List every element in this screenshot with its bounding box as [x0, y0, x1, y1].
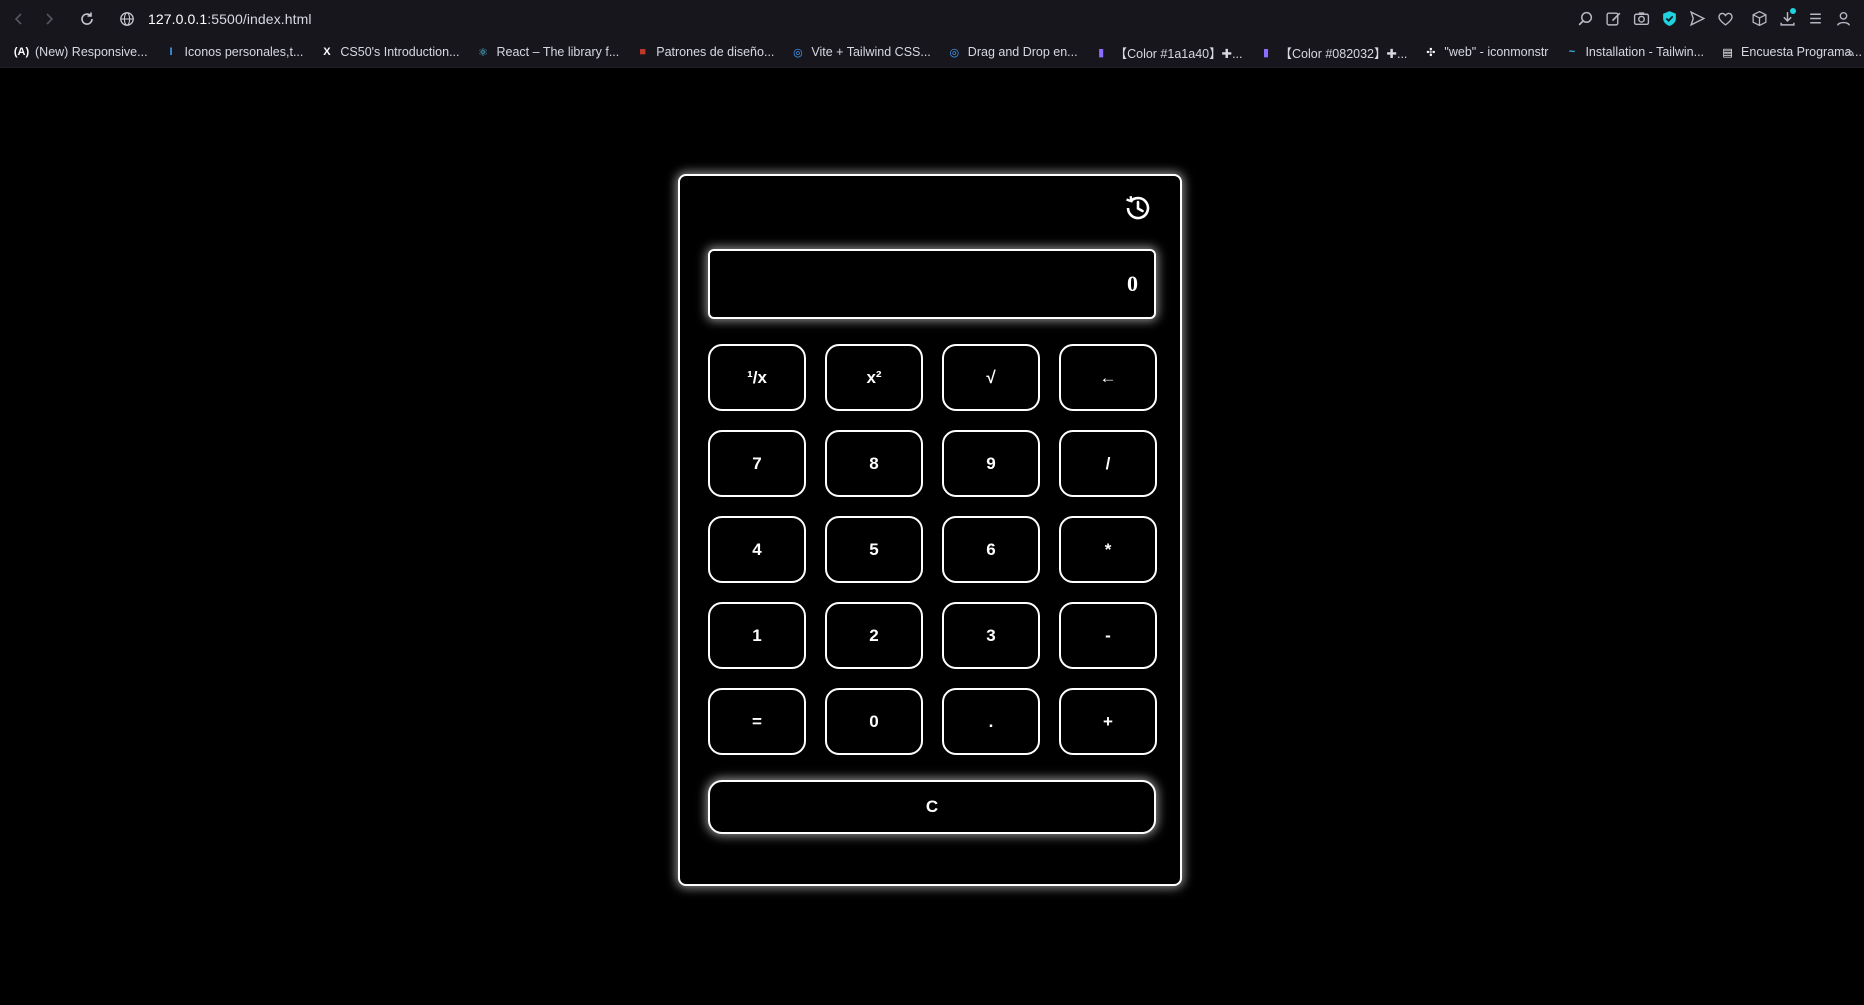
bookmark-item[interactable]: ▤ Encuesta Programa... — [1712, 45, 1864, 60]
bookmark-item[interactable]: X CS50's Introduction... — [311, 45, 467, 60]
key-8-button[interactable]: 8 — [825, 430, 923, 497]
globe-icon — [116, 8, 138, 30]
key-3-button[interactable]: 3 — [942, 602, 1040, 669]
camera-icon[interactable] — [1628, 6, 1654, 32]
key-0-button[interactable]: 0 — [825, 688, 923, 755]
bookmark-favicon-icon: ▮ — [1262, 46, 1270, 59]
menu-icon[interactable] — [1802, 6, 1828, 32]
calculator: 0 ¹/x x² √ ← 7 8 9 / 4 5 6 * 1 2 3- = 0. + C — [678, 174, 1182, 886]
bookmark-item[interactable]: ▮ 【Color #082032】✚... — [1251, 43, 1416, 62]
search-icon[interactable] — [1572, 6, 1598, 32]
key-divide-button[interactable]: / — [1059, 430, 1157, 497]
bookmark-item[interactable]: ⚛ React – The library f... — [468, 45, 628, 60]
bookmark-item[interactable]: ✣ "web" - iconmonstr — [1415, 45, 1556, 60]
bookmark-item[interactable]: I Iconos personales,t... — [156, 45, 312, 60]
bookmark-item[interactable]: (A) (New) Responsive... — [6, 45, 156, 60]
bookmarks-bar: (A) (New) Responsive... I Iconos personales… — [0, 37, 1864, 68]
bookmark-item[interactable]: ■ Patrones de diseño... — [627, 45, 782, 60]
heart-icon[interactable] — [1712, 6, 1738, 32]
key-decimal-button[interactable]: . — [942, 688, 1040, 755]
bookmarks-overflow-button[interactable]: » — [1846, 37, 1854, 67]
bookmark-favicon-icon: (A) — [13, 46, 30, 58]
bookmark-label: "web" - iconmonstr — [1444, 45, 1549, 59]
url-path: :5500/index.html — [207, 10, 312, 27]
key-sqrt-button[interactable]: √ — [942, 344, 1040, 411]
vpn-shield-icon[interactable] — [1656, 6, 1682, 32]
bookmark-favicon-icon: ✣ — [1426, 46, 1436, 59]
key-5-button[interactable]: 5 — [825, 516, 923, 583]
chevron-left-icon — [14, 12, 22, 25]
key-reciprocal-button[interactable]: ¹/x — [708, 344, 806, 411]
bookmark-favicon-icon: ⚛ — [478, 46, 488, 59]
cube-icon[interactable] — [1746, 6, 1772, 32]
url-host: 127.0.0.1 — [148, 10, 208, 27]
bookmark-favicon-icon: ▮ — [1098, 46, 1105, 59]
bookmark-label: Drag and Drop en... — [967, 45, 1078, 59]
send-icon[interactable] — [1684, 6, 1710, 32]
keypad: ¹/x x² √ ← 7 8 9 / 4 5 6 * 1 2 3- = 0. + — [708, 344, 1157, 755]
key-6-button[interactable]: 6 — [942, 516, 1040, 583]
bookmark-item[interactable]: ◎ Drag and Drop en... — [939, 45, 1086, 60]
bookmark-label: CS50's Introduction... — [340, 45, 460, 59]
bookmark-label: Vite + Tailwind CSS... — [811, 45, 931, 59]
key-subtract-button[interactable]: - — [1059, 602, 1157, 669]
key-equals-button[interactable]: = — [708, 688, 806, 755]
bookmark-label: React – The library f... — [496, 45, 620, 59]
bookmark-label: 【Color #1a1a40】✚... — [1114, 46, 1243, 61]
edit-icon[interactable] — [1600, 6, 1626, 32]
bookmark-item[interactable]: ▮ 【Color #1a1a40】✚... — [1086, 43, 1251, 62]
bookmark-favicon-icon: ▤ — [1722, 46, 1733, 59]
toolbar-icons — [1572, 0, 1856, 37]
key-backspace-button[interactable]: ← — [1059, 344, 1157, 411]
bookmark-label: Encuesta Programa... — [1741, 45, 1862, 59]
bookmark-label: (New) Responsive... — [35, 45, 148, 59]
forward-button[interactable] — [34, 4, 64, 34]
download-indicator — [1790, 7, 1796, 14]
key-4-button[interactable]: 4 — [708, 516, 806, 583]
display-value: 0 — [1127, 271, 1138, 296]
bookmark-item[interactable]: ◎ Vite + Tailwind CSS... — [782, 45, 938, 60]
bookmark-favicon-icon: ◎ — [949, 46, 960, 59]
bookmark-label: 【Color #082032】✚... — [1279, 46, 1408, 61]
bookmark-favicon-icon: ~ — [1568, 46, 1576, 58]
key-9-button[interactable]: 9 — [942, 430, 1040, 497]
key-1-button[interactable]: 1 — [708, 602, 806, 669]
bookmark-favicon-icon: ■ — [639, 46, 647, 58]
history-icon — [1126, 195, 1150, 220]
back-button[interactable] — [4, 4, 34, 34]
browser-toolbar: 127.0.0.1:5500/index.html — [0, 0, 1864, 37]
bookmark-label: Patrones de diseño... — [656, 45, 775, 59]
key-2-button[interactable]: 2 — [825, 602, 923, 669]
bookmark-favicon-icon: X — [323, 46, 331, 58]
profile-icon[interactable] — [1830, 6, 1856, 32]
bookmark-favicon-icon: I — [169, 46, 173, 58]
key-7-button[interactable]: 7 — [708, 430, 806, 497]
key-multiply-button[interactable]: * — [1059, 516, 1157, 583]
reload-button[interactable] — [72, 4, 102, 34]
calculator-display: 0 — [708, 249, 1156, 319]
clear-button[interactable]: C — [708, 780, 1156, 834]
bookmark-favicon-icon: ◎ — [793, 46, 803, 59]
chevron-right-icon — [46, 12, 54, 25]
download-icon[interactable] — [1774, 6, 1800, 32]
key-add-button[interactable]: + — [1059, 688, 1157, 755]
address-bar[interactable]: 127.0.0.1:5500/index.html — [148, 11, 312, 27]
bookmark-label: Installation - Tailwin... — [1585, 45, 1705, 59]
history-button[interactable] — [1122, 192, 1154, 224]
bookmark-label: Iconos personales,t... — [184, 45, 304, 59]
bookmark-item[interactable]: ~ Installation - Tailwin... — [1556, 45, 1712, 60]
key-square-button[interactable]: x² — [825, 344, 923, 411]
reload-icon — [81, 12, 93, 25]
